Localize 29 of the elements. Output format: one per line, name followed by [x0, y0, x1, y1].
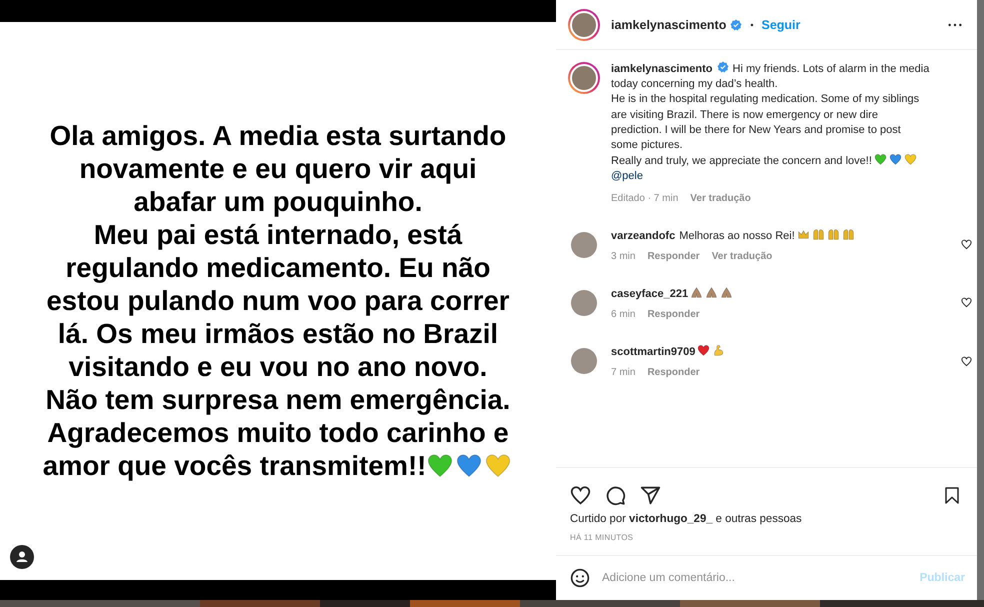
post-image-text: Ola amigos. A media esta surtando novamente e eu quero vir aqui abafar um pouquinho. Meu pai está internado, está regulando medicamento. Eu não estou pulando num voo para correr lá. Os meu irmãos estão no Brazil visitando e eu vou no ano novo. Não tem surpresa nem emergência. Agradecemos muito todo carinho e amor que vocês transmitem!! — [42, 118, 514, 482]
reply-link[interactable]: Responder — [647, 309, 700, 320]
translate-link[interactable]: Ver tradução — [690, 192, 751, 204]
mention-link[interactable]: @pele — [611, 170, 643, 182]
reply-link[interactable]: Responder — [647, 250, 700, 262]
likes-text: Curtido por victorhugo_29_ e outras pessoas — [569, 513, 803, 525]
caption-text: are visiting Brazil. There is now emergency or new dire — [611, 108, 878, 121]
post-time: HÁ 11 MINUTOS — [569, 533, 634, 542]
comment-time: 6 min — [611, 309, 636, 320]
caption-text: Hi my friends. Lots of alarm in the media — [732, 63, 930, 75]
edited-time: Editado · 7 min — [611, 192, 678, 204]
translate-link[interactable]: Ver tradução — [712, 250, 772, 262]
username-link[interactable]: iamkelynascimento — [611, 63, 712, 75]
caption-text: Really and truly, we appreciate the concern and love!! — [611, 155, 872, 168]
comment-text: Melhoras ao nosso Rei! — [679, 230, 795, 242]
username-link[interactable]: caseyface_221 — [611, 288, 688, 300]
username-link[interactable]: scottmartin9709 — [611, 346, 696, 358]
comment-input[interactable]: Adicione um comentário... — [602, 572, 920, 584]
caption-text: He is in the hospital regulating medication. Some of my siblings — [611, 93, 920, 106]
comment-time: 3 min — [611, 250, 636, 262]
username-link[interactable]: iamkelynascimento — [611, 18, 726, 32]
caption-text: some pictures. — [611, 139, 683, 152]
reply-link[interactable]: Responder — [647, 367, 700, 378]
follow-link[interactable]: Seguir — [762, 18, 800, 32]
caption-text: prediction. I will be there for New Years and promise to post — [611, 124, 901, 136]
caption-text: today concerning my dad’s health. — [611, 78, 778, 90]
username-link[interactable]: varzeandofc — [611, 230, 676, 242]
separator-dot: • — [750, 20, 754, 30]
comment-time: 7 min — [611, 367, 636, 378]
